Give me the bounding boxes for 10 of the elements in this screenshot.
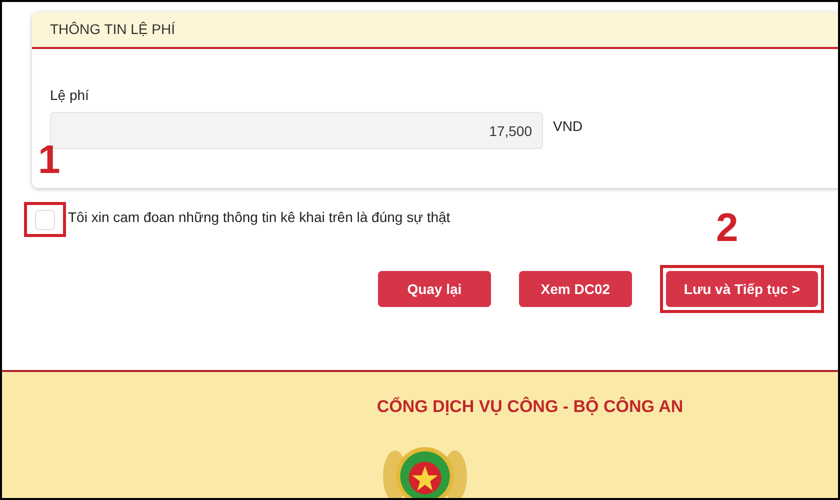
declaration-text: Tôi xin cam đoan những thông tin kê khai trên là đúng sự thật: [68, 208, 450, 227]
currency-label: VND: [553, 117, 583, 136]
field-label: Lệ phí: [50, 86, 90, 105]
action-button[interactable]: Xem DC02: [518, 271, 632, 307]
section-title: THÔNG TIN LỆ PHÍ: [50, 20, 175, 39]
annotation-number: 2: [716, 208, 738, 248]
footer-title: CỔNG DỊCH VỤ CÔNG - BỘ CÔNG AN: [376, 396, 684, 418]
checkbox[interactable]: [35, 210, 55, 230]
action-button[interactable]: Quay lại: [378, 271, 491, 307]
action-button[interactable]: Lưu và Tiếp tục >: [666, 271, 818, 307]
